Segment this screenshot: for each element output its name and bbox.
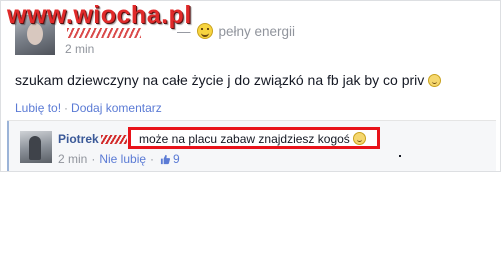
comment-author[interactable]: Piotrek (58, 132, 127, 146)
post-actions: Lubię to! · Dodaj komentarz (15, 101, 162, 115)
like-link[interactable]: Lubię to! (15, 101, 61, 115)
comment-text: może na placu zabaw znajdziesz kogoś (139, 132, 350, 146)
post-text: szukam dziewczyny na całe życie j do zwi… (15, 72, 425, 88)
commenter-avatar[interactable] (20, 131, 52, 163)
comment-author-name[interactable]: Piotrek (58, 132, 99, 146)
comment-like-count[interactable]: 9 (173, 152, 180, 166)
comment-meta: 2 min · Nie lubię · 9 (58, 152, 180, 166)
comment-accent-bar (7, 121, 9, 171)
feeling-status: — pełny energii (177, 23, 295, 39)
comment-highlight-box: może na placu zabaw znajdziesz kogoś (128, 127, 380, 149)
smiley-icon (428, 74, 442, 87)
unlike-link[interactable]: Nie lubię (99, 152, 146, 166)
meta-separator: · (91, 152, 96, 166)
comments-section: Piotrek może na placu zabaw znajdziesz k… (7, 120, 496, 171)
watermark-logo: www.wiocha.pl (7, 1, 192, 29)
comment-body: może na placu zabaw znajdziesz kogoś (139, 132, 367, 146)
thumbs-up-icon (160, 154, 171, 165)
feeling-text: pełny energii (218, 24, 296, 39)
post-card: www.wiocha.pl — pełny energii 2 min szuka… (0, 0, 501, 172)
smiley-icon (353, 132, 367, 145)
action-separator: · (64, 101, 69, 115)
stray-dot (399, 155, 401, 157)
add-comment-link[interactable]: Dodaj komentarz (71, 101, 162, 115)
comment-timestamp[interactable]: 2 min (58, 152, 87, 166)
post-body: szukam dziewczyny na całe życie j do zwi… (15, 72, 442, 88)
post-timestamp[interactable]: 2 min (65, 42, 94, 56)
meta-separator: · (150, 152, 155, 166)
happy-face-icon (196, 23, 213, 39)
redacted-surname-scribble (100, 135, 127, 145)
avatar-figure (29, 136, 41, 160)
